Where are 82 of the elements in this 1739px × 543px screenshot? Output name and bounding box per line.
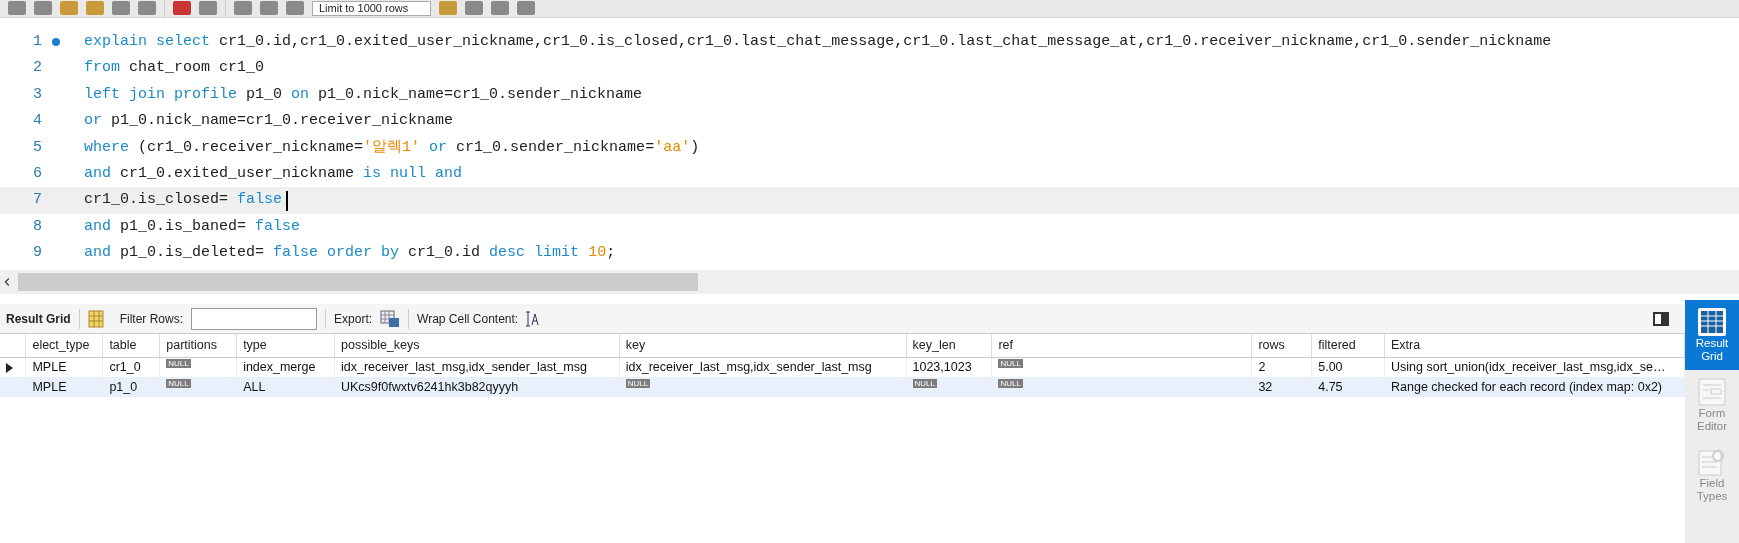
grid-view-icon[interactable] bbox=[87, 309, 104, 328]
panel-toggle-icon[interactable] bbox=[1653, 311, 1669, 326]
column-header[interactable]: key_len bbox=[906, 334, 992, 357]
table-cell: MPLE bbox=[32, 379, 67, 394]
result-grid-label: Result Grid bbox=[6, 310, 71, 328]
export-label: Export: bbox=[334, 310, 373, 328]
line-number: 7 bbox=[32, 190, 42, 211]
table-cell: 5.00 bbox=[1318, 359, 1343, 374]
toolbar-button[interactable] bbox=[60, 1, 78, 15]
line-number: 5 bbox=[32, 137, 42, 158]
toolbar-button[interactable] bbox=[439, 1, 458, 15]
table-cell: index_merge bbox=[243, 359, 316, 374]
code-line: where (cr1_0.receiver_nickname='알렉1' or cr1_0.sender_nickname='aa') bbox=[84, 137, 700, 158]
toolbar-button[interactable] bbox=[234, 1, 252, 15]
limit-dropdown[interactable]: Limit to 1000 rows bbox=[312, 1, 432, 16]
null-badge: NULL bbox=[998, 378, 1023, 388]
grid-icon bbox=[1697, 307, 1727, 337]
column-header[interactable]: partitions bbox=[159, 334, 237, 357]
table-cell: cr1_0 bbox=[109, 359, 141, 374]
toolbar-button[interactable] bbox=[465, 1, 484, 15]
code-line: and cr1_0.exited_user_nickname is null and bbox=[84, 163, 463, 184]
toolbar-button[interactable] bbox=[491, 1, 510, 15]
table-cell: UKcs9f0fwxtv6241hk3b82qyyyh bbox=[341, 379, 519, 394]
toolbar-button[interactable] bbox=[286, 1, 304, 15]
toolbar-button[interactable] bbox=[86, 1, 104, 15]
toolbar-button[interactable] bbox=[173, 1, 191, 15]
line-number: 4 bbox=[32, 111, 42, 132]
null-badge: NULL bbox=[998, 358, 1023, 368]
column-header[interactable]: type bbox=[236, 334, 335, 357]
code-line: and p1_0.is_deleted= false order by cr1_0.id desc limit 10; bbox=[84, 243, 616, 264]
table-cell: 4.75 bbox=[1318, 379, 1343, 394]
table-cell: idx_receiver_last_msg,idx_sender_last_msg bbox=[341, 359, 587, 374]
line-number: 3 bbox=[32, 84, 42, 105]
toolbar-button[interactable] bbox=[8, 1, 26, 15]
line-number: 6 bbox=[32, 163, 42, 184]
text-cursor bbox=[286, 190, 289, 211]
code-line: explain select cr1_0.id,cr1_0.exited_user_nickname,cr1_0.is_closed,cr1_0.last_chat_message,cr1_0.last_chat_message_at,cr1_0.receiver_nickname,cr1_0.sender_nickname bbox=[84, 31, 1552, 52]
toolbar-button[interactable] bbox=[34, 1, 52, 15]
null-badge: NULL bbox=[625, 378, 651, 388]
export-icon[interactable] bbox=[380, 309, 401, 328]
table-cell: ALL bbox=[243, 379, 266, 394]
null-badge: NULL bbox=[166, 358, 191, 368]
toolbar-button[interactable] bbox=[517, 1, 536, 15]
field-list-icon bbox=[1697, 447, 1727, 477]
toolbar-button[interactable] bbox=[112, 1, 130, 15]
table-cell: Range checked for each record (index map: 0x2) bbox=[1391, 379, 1662, 394]
code-line: left join profile p1_0 on p1_0.nick_name=cr1_0.sender_nickname bbox=[84, 84, 643, 105]
column-header[interactable]: filtered bbox=[1311, 334, 1385, 357]
filter-input[interactable] bbox=[191, 307, 318, 330]
filter-label: Filter Rows: bbox=[119, 310, 184, 328]
toolbar-button[interactable] bbox=[260, 1, 278, 15]
column-header[interactable]: table bbox=[102, 334, 160, 357]
line-number: 8 bbox=[32, 216, 42, 237]
column-header[interactable]: Extra bbox=[1384, 334, 1685, 357]
code-line: or p1_0.nick_name=cr1_0.receiver_nickname bbox=[84, 111, 454, 132]
table-cell: p1_0 bbox=[109, 379, 138, 394]
table-cell: 1023,1023 bbox=[912, 359, 972, 374]
table-cell: MPLE bbox=[32, 359, 67, 374]
table-cell: Using sort_union(idx_receiver_last_msg,idx_se… bbox=[1391, 359, 1666, 374]
toolbar-button[interactable] bbox=[199, 1, 217, 15]
null-badge: NULL bbox=[166, 378, 191, 388]
toolbar-button[interactable] bbox=[138, 1, 156, 15]
table-cell: 32 bbox=[1258, 379, 1273, 394]
scrollbar-thumb[interactable] bbox=[18, 273, 698, 291]
table-cell: idx_receiver_last_msg,idx_sender_last_msg bbox=[625, 359, 872, 374]
form-icon bbox=[1697, 377, 1727, 407]
column-header[interactable]: ref bbox=[991, 334, 1252, 357]
code-line: and p1_0.is_baned= false bbox=[84, 216, 301, 237]
line-number: 2 bbox=[32, 58, 42, 79]
line-number: 9 bbox=[32, 243, 42, 264]
column-header[interactable]: elect_type bbox=[25, 334, 103, 357]
column-header[interactable]: rows bbox=[1251, 334, 1312, 357]
table-cell: 2 bbox=[1258, 359, 1266, 374]
wrap-label: Wrap Cell Content: bbox=[417, 310, 519, 328]
column-header[interactable]: possible_keys bbox=[334, 334, 620, 357]
line-number: 1 bbox=[32, 31, 42, 52]
code-line: cr1_0.is_closed= false bbox=[84, 190, 283, 211]
column-header[interactable]: key bbox=[619, 334, 906, 357]
wrap-text-icon[interactable] bbox=[526, 309, 541, 328]
side-tab[interactable]: Result Grid bbox=[1685, 300, 1739, 370]
null-badge: NULL bbox=[912, 378, 937, 388]
code-line: from chat_room cr1_0 bbox=[84, 58, 265, 79]
